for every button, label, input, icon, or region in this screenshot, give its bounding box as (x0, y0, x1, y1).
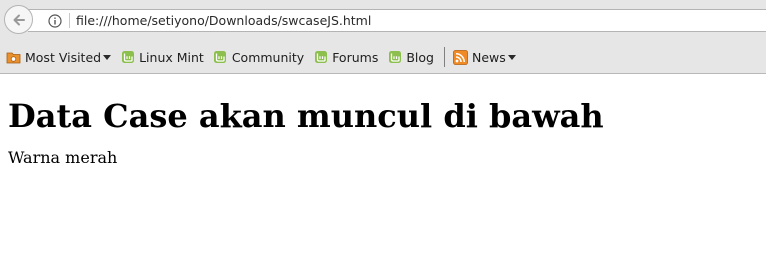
mint-icon (387, 50, 402, 65)
bookmarks-toolbar: Most Visited Linux Mint Community Forums… (0, 43, 525, 71)
url-text[interactable]: file:///home/setiyono/Downloads/swcaseJS… (76, 13, 371, 28)
page-content: Data Case akan muncul di bawah Warna mer… (0, 96, 766, 167)
back-button[interactable] (4, 5, 33, 34)
bookmark-community[interactable]: Community (213, 50, 304, 65)
bookmarks-separator (443, 47, 445, 67)
bookmark-linux-mint[interactable]: Linux Mint (120, 50, 204, 65)
bookmark-label: News (471, 49, 506, 65)
mint-icon (213, 50, 228, 65)
chevron-down-icon (103, 54, 112, 60)
mint-icon (313, 50, 328, 65)
browser-chrome: file:///home/setiyono/Downloads/swcaseJS… (0, 0, 766, 74)
bookmark-label: Community (231, 49, 305, 65)
navigation-toolbar: file:///home/setiyono/Downloads/swcaseJS… (0, 0, 766, 40)
rss-icon (453, 49, 468, 65)
bookmark-news[interactable]: News (453, 50, 516, 65)
bookmark-label: Linux Mint (139, 49, 204, 65)
bookmark-label: Most Visited (25, 49, 102, 65)
url-bar[interactable]: file:///home/setiyono/Downloads/swcaseJS… (28, 9, 766, 32)
page-heading: Data Case akan muncul di bawah (8, 97, 604, 135)
bookmark-most-visited[interactable]: Most Visited (6, 49, 112, 65)
mint-icon (120, 50, 135, 65)
folder-icon (6, 50, 21, 65)
back-arrow-icon (13, 14, 25, 25)
url-separator (69, 13, 70, 28)
bookmark-blog[interactable]: Blog (387, 50, 434, 65)
bookmark-label: Blog (406, 49, 434, 65)
bookmark-forums[interactable]: Forums (313, 50, 378, 65)
page-text: Warna merah (8, 148, 118, 167)
bookmark-label: Forums (332, 49, 379, 65)
info-icon[interactable] (48, 13, 62, 28)
chevron-down-icon (507, 54, 516, 60)
